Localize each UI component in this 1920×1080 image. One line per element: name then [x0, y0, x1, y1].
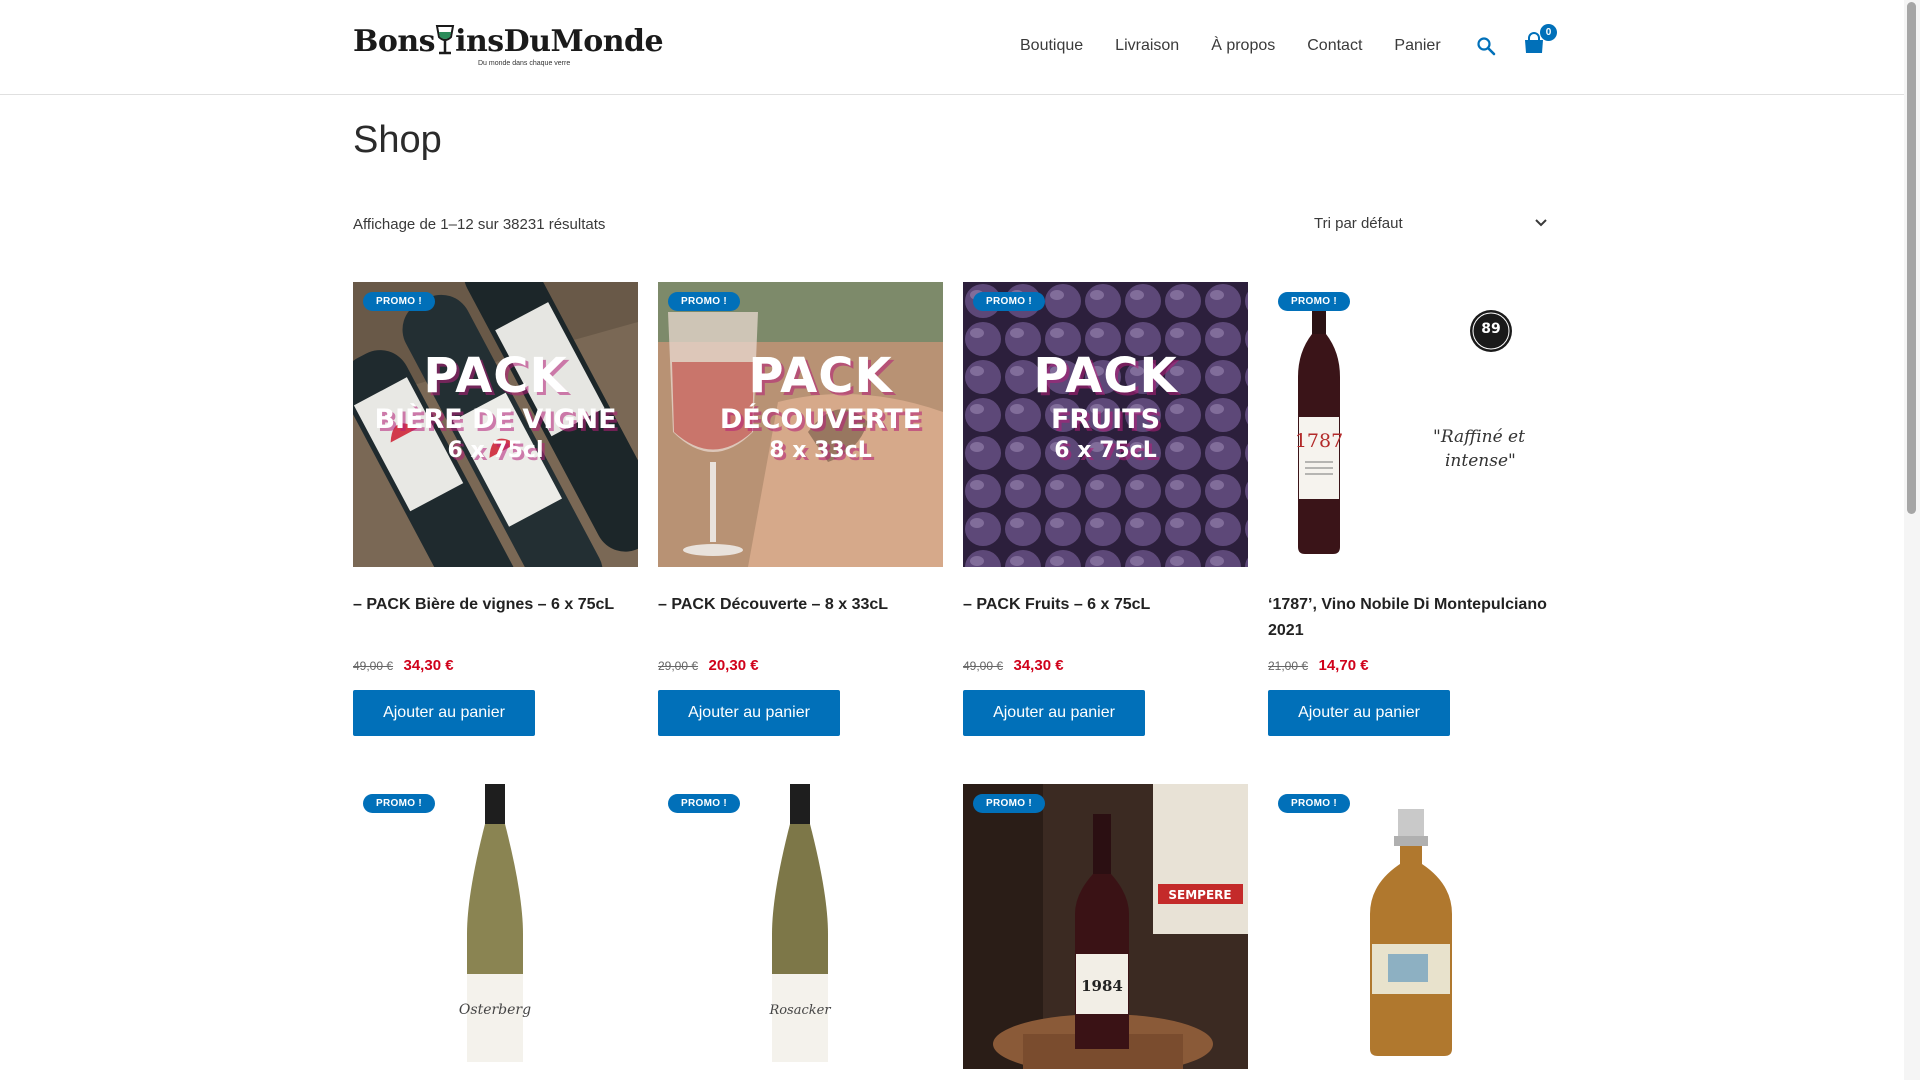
image-overlay-text: PACK BIÈRE DE VIGNE 6 x 75cl	[353, 348, 638, 466]
bottle-label-text: Osterberg	[459, 1002, 531, 1018]
promo-badge: PROMO !	[973, 292, 1045, 311]
image-text-name: DÉCOUVERTE	[719, 404, 922, 435]
poster-text: SEMPERE	[1168, 888, 1231, 902]
promo-badge: PROMO !	[1278, 794, 1350, 813]
product-image[interactable]: Rosacker PROMO !	[658, 784, 943, 1069]
old-price: 21,00 €	[1268, 659, 1309, 673]
nav-a-propos[interactable]: À propos	[1211, 36, 1275, 56]
product-title[interactable]: – PACK Bière de vignes – 6 x 75cL	[353, 592, 638, 644]
bottle-label-text: 1787	[1295, 430, 1343, 452]
promo-badge: PROMO !	[363, 292, 435, 311]
image-text-size: 6 x 75cl	[447, 438, 544, 463]
nav-panier[interactable]: Panier	[1394, 36, 1440, 56]
old-price: 49,00 €	[963, 659, 1004, 673]
promo-badge: PROMO !	[668, 794, 740, 813]
chevron-down-icon	[1535, 219, 1547, 227]
product-card: PROMO ! PACK DÉCOUVERTE 8 x 33cL – PACK …	[658, 282, 943, 736]
old-price: 29,00 €	[658, 659, 699, 673]
sale-price: 34,30 €	[1013, 657, 1064, 674]
product-image[interactable]: PROMO !	[1268, 784, 1553, 1069]
product-image[interactable]: SEMPERE 1984 PROMO !	[963, 784, 1248, 1069]
main-nav: Boutique Livraison À propos Contact Pani…	[1020, 36, 1473, 56]
promo-badge: PROMO !	[363, 794, 435, 813]
search-icon[interactable]	[1476, 36, 1496, 56]
sort-select[interactable]: Tri par défaut	[1306, 206, 1556, 240]
product-title[interactable]: – PACK Fruits – 6 x 75cL	[963, 592, 1248, 644]
nav-contact[interactable]: Contact	[1307, 36, 1362, 56]
promo-badge: PROMO !	[1278, 292, 1350, 311]
image-text-size: 8 x 33cL	[769, 438, 872, 463]
image-text-pack: PACK	[1033, 348, 1178, 404]
page-title: Shop	[353, 119, 442, 161]
promo-badge: PROMO !	[973, 794, 1045, 813]
product-price: 21,00 € 14,70 €	[1268, 656, 1553, 676]
product-image[interactable]: Osterberg PROMO !	[353, 784, 638, 1069]
image-text-name: FRUITS	[1050, 404, 1161, 435]
white-wine-bottle-image: Osterberg	[459, 784, 531, 1062]
sale-price: 14,70 €	[1318, 657, 1369, 674]
product-price: 29,00 € 20,30 €	[658, 656, 943, 676]
white-wine-bottle-image: Rosacker	[768, 784, 831, 1062]
spirit-bottle-image	[1370, 809, 1452, 1056]
add-to-cart-button[interactable]: Ajouter au panier	[1268, 690, 1450, 736]
product-image[interactable]: PROMO ! PACK FRUITS 6 x 75cL	[963, 282, 1248, 567]
add-to-cart-button[interactable]: Ajouter au panier	[963, 690, 1145, 736]
product-card: Rosacker PROMO !	[658, 784, 943, 1069]
site-logo[interactable]: Bons insDuMonde Du monde dans chaque verr…	[353, 14, 664, 78]
bottle-label-text: Rosacker	[768, 1003, 831, 1018]
wine-glass-icon	[435, 24, 455, 54]
promo-badge: PROMO !	[668, 292, 740, 311]
add-to-cart-button[interactable]: Ajouter au panier	[658, 690, 840, 736]
image-text-size: 6 x 75cL	[1054, 438, 1157, 463]
sort-selected-value: Tri par défaut	[1314, 214, 1403, 232]
bottle-label-text: 1984	[1081, 977, 1123, 995]
scrollbar-thumb[interactable]	[1907, 2, 1916, 514]
wine-shop-bottle-image: SEMPERE 1984	[963, 784, 1248, 1069]
quote-line-1: "Raffiné et	[1433, 427, 1525, 447]
image-text-pack: PACK	[423, 348, 568, 404]
product-image[interactable]: PROMO ! PACK BIÈRE DE VIGNE 6 x 75cl	[353, 282, 638, 567]
product-card: SEMPERE 1984 PROMO !	[963, 784, 1248, 1069]
product-price: 49,00 € 34,30 €	[353, 656, 638, 676]
nav-livraison[interactable]: Livraison	[1115, 36, 1179, 56]
result-count: Affichage de 1–12 sur 38231 résultats	[353, 216, 606, 233]
image-text-pack: PACK	[748, 348, 893, 404]
logo-text-vinsdumonde: insDuMonde	[455, 23, 664, 59]
logo-text-bons: Bons	[353, 23, 436, 59]
nav-boutique[interactable]: Boutique	[1020, 36, 1083, 56]
site-header: Bons insDuMonde Du monde dans chaque verr…	[0, 0, 1904, 95]
product-card: PROMO ! PACK FRUITS 6 x 75cL – PACK Frui…	[963, 282, 1248, 736]
product-image[interactable]: 1787 89 "Raffiné et intense" PROMO !	[1268, 282, 1553, 567]
score-text: 89	[1481, 321, 1500, 337]
image-overlay-text: PACK DÉCOUVERTE 8 x 33cL	[698, 348, 943, 466]
add-to-cart-button[interactable]: Ajouter au panier	[353, 690, 535, 736]
product-card: 1787 89 "Raffiné et intense" PROMO ! ‘17…	[1268, 282, 1553, 736]
product-image[interactable]: PROMO ! PACK DÉCOUVERTE 8 x 33cL	[658, 282, 943, 567]
image-overlay-text: PACK FRUITS 6 x 75cL	[963, 348, 1248, 466]
product-card: Osterberg PROMO !	[353, 784, 638, 1069]
product-title[interactable]: ‘1787’, Vino Nobile Di Montepulciano 202…	[1268, 592, 1553, 644]
cart-count-badge: 0	[1540, 24, 1557, 41]
product-title[interactable]: – PACK Découverte – 8 x 33cL	[658, 592, 943, 644]
product-card: PROMO ! PACK BIÈRE DE VIGNE 6 x 75cl – P…	[353, 282, 638, 736]
sale-price: 20,30 €	[708, 657, 759, 674]
sale-price: 34,30 €	[403, 657, 454, 674]
wine-bottle-image: 1787 89 "Raffiné et intense"	[1295, 294, 1525, 554]
product-card: PROMO !	[1268, 784, 1553, 1069]
logo-wordmark: Bons insDuMonde	[353, 23, 664, 59]
product-price: 49,00 € 34,30 €	[963, 656, 1248, 676]
logo-tagline: Du monde dans chaque verre	[478, 59, 571, 67]
quote-line-2: intense"	[1445, 451, 1516, 471]
image-text-name: BIÈRE DE VIGNE	[374, 404, 617, 435]
old-price: 49,00 €	[353, 659, 394, 673]
